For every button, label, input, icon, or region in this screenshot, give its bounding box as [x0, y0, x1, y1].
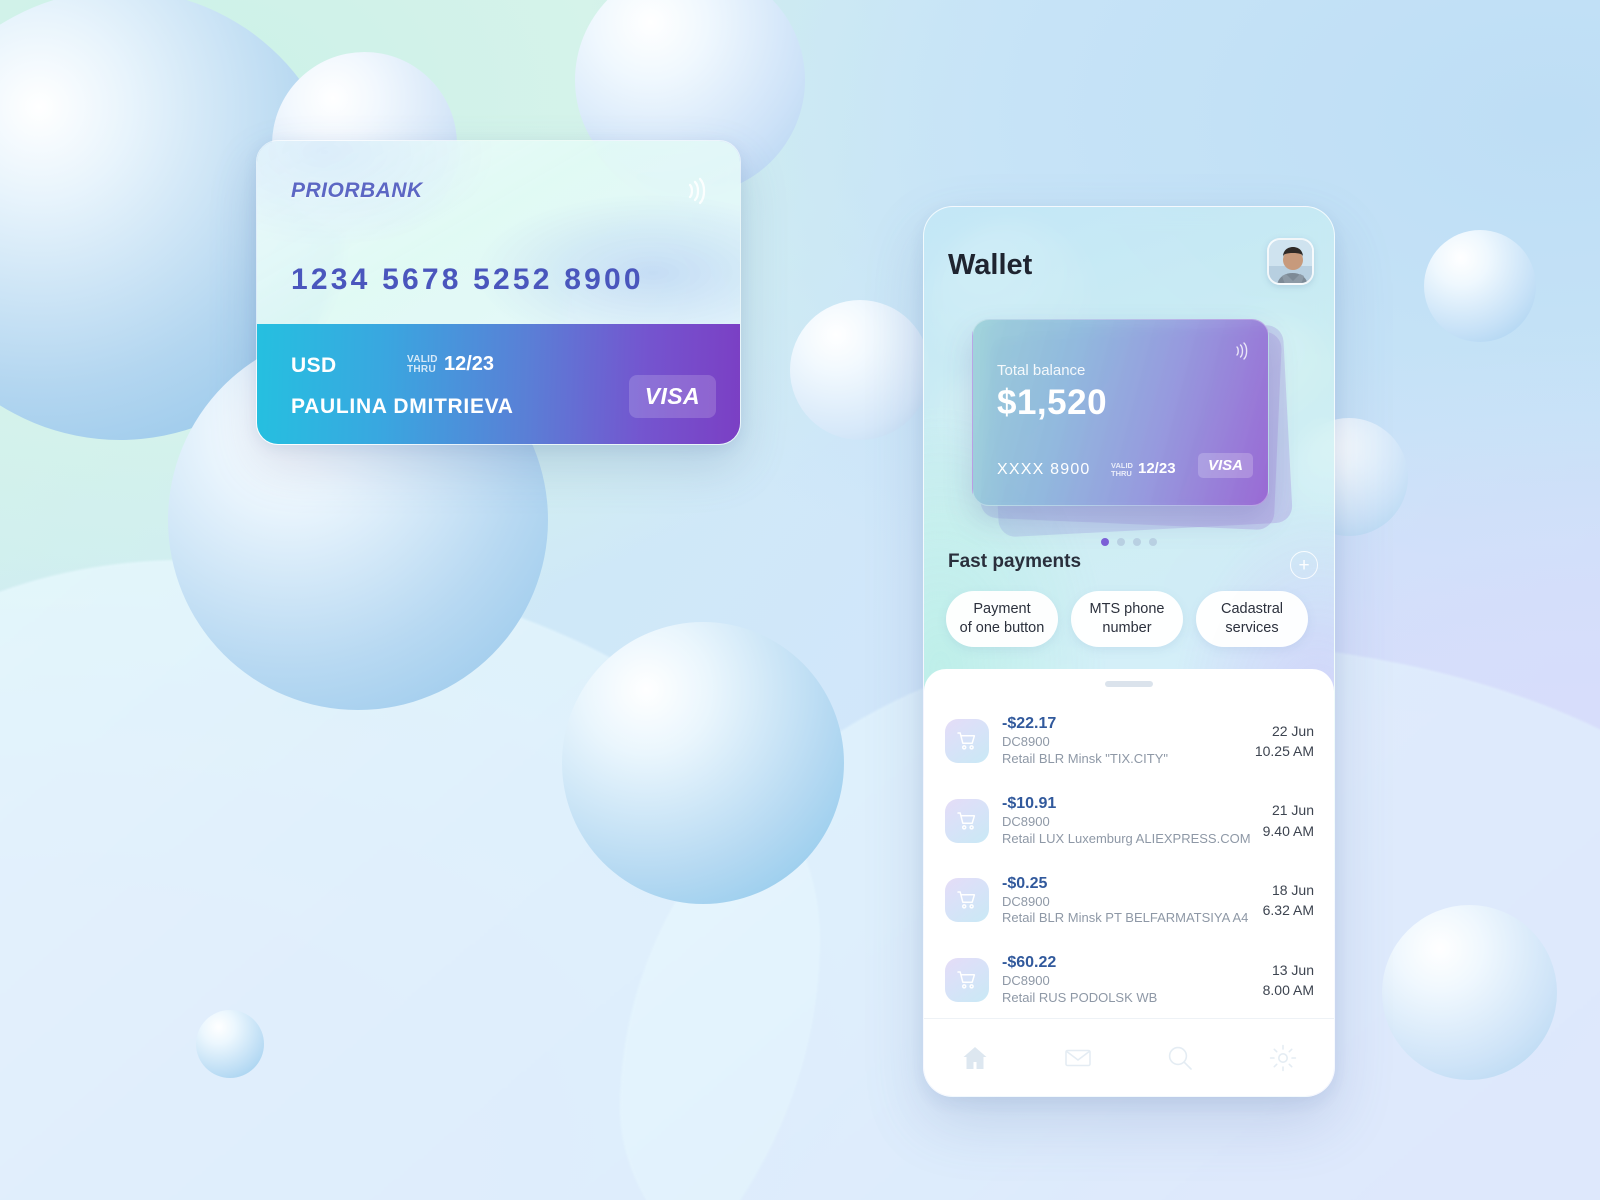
transaction-time: 10.25 AM: [1254, 742, 1314, 759]
balance-card[interactable]: Total balance $1,520 XXXX 8900 VALID THR…: [972, 319, 1269, 506]
fast-payment-chip[interactable]: Payment of one button: [946, 591, 1058, 647]
visa-logo: VISA: [1197, 453, 1253, 478]
transaction-date: 21 Jun: [1271, 802, 1314, 819]
page-title: Wallet: [948, 249, 1033, 281]
bank-name: PRIORBANK: [291, 179, 423, 202]
transaction-timestamp: 22 Jun 10.25 AM: [1255, 721, 1314, 762]
table-row[interactable]: -$22.17 DC8900 Retail BLR Minsk "TIX.CIT…: [924, 701, 1334, 781]
chip-label-line2: number: [1102, 620, 1152, 636]
mail-icon[interactable]: [1063, 1043, 1093, 1073]
transaction-time: 6.32 AM: [1262, 902, 1314, 919]
transaction-description: Retail BLR Minsk PT BELFARMATSIYA A4: [1002, 910, 1249, 926]
table-row[interactable]: -$0.25 DC8900 Retail BLR Minsk PT BELFAR…: [924, 861, 1334, 941]
balance-amount: $1,520: [997, 383, 1108, 422]
add-button[interactable]: +: [1290, 551, 1318, 579]
transaction-card: DC8900: [1002, 734, 1050, 749]
carousel-dot-3[interactable]: [1133, 538, 1141, 546]
chip-label-line1: MTS phone: [1089, 600, 1165, 617]
transaction-timestamp: 13 Jun 8.00 AM: [1263, 960, 1314, 1001]
transaction-details: -$0.25 DC8900 Retail BLR Minsk PT BELFAR…: [1002, 874, 1263, 928]
card-number: 1234 5678 5252 8900: [291, 263, 644, 296]
fast-payment-chip[interactable]: Cadastral services: [1196, 591, 1308, 647]
transaction-time: 8.00 AM: [1262, 982, 1314, 999]
drag-handle[interactable]: [1105, 681, 1153, 687]
visa-logo: VISA: [628, 375, 716, 418]
transaction-card: DC8900: [1002, 893, 1050, 909]
home-icon[interactable]: [960, 1043, 990, 1073]
transaction-amount: -$10.91: [1002, 794, 1057, 812]
transaction-details: -$22.17 DC8900 Retail BLR Minsk "TIX.CIT…: [1002, 714, 1255, 768]
chip-label-line2: services: [1225, 620, 1279, 636]
fast-payments-title: Fast payments: [948, 551, 1082, 572]
contactless-icon: [1236, 342, 1248, 360]
thru-label: THRU: [1111, 469, 1132, 478]
transaction-timestamp: 18 Jun 6.32 AM: [1263, 880, 1314, 921]
balance-card-expiry: 12/23: [1138, 460, 1176, 477]
transaction-time: 9.40 AM: [1262, 822, 1314, 839]
chip-label-line1: Cadastral: [1220, 600, 1284, 617]
transaction-date: 18 Jun: [1271, 882, 1314, 899]
phone-mockup: Wallet Total balance $1,520 XXXX 8900 VA…: [923, 206, 1335, 1097]
gear-icon[interactable]: [1268, 1043, 1298, 1073]
valid-thru-label: VALID THRU: [407, 355, 438, 375]
background-sphere-7: [562, 622, 844, 904]
shopping-cart-icon: [945, 958, 989, 1003]
transaction-timestamp: 21 Jun 9.40 AM: [1263, 800, 1314, 841]
search-icon[interactable]: [1165, 1043, 1195, 1073]
shopping-cart-icon: [945, 718, 989, 763]
fast-payment-chip[interactable]: MTS phone number: [1071, 591, 1183, 647]
background-sphere-11: [1382, 905, 1557, 1080]
chip-label-line2: of one button: [959, 620, 1045, 636]
balance-card-number: XXXX 8900: [997, 461, 1091, 478]
transaction-date: 22 Jun: [1271, 722, 1314, 739]
transaction-details: -$10.91 DC8900 Retail LUX Luxemburg ALIE…: [1002, 794, 1263, 848]
card-carousel[interactable]: Total balance $1,520 XXXX 8900 VALID THR…: [972, 319, 1293, 538]
fast-payment-chips: Payment of one button MTS phone number C…: [946, 591, 1308, 647]
chip-label-line1: Payment: [973, 600, 1031, 617]
card-currency: USD: [291, 354, 337, 377]
background-decoration: [0, 0, 1600, 1200]
background-sphere-9: [1424, 230, 1536, 342]
transaction-amount: -$60.22: [1002, 954, 1057, 972]
table-row[interactable]: -$10.91 DC8900 Retail LUX Luxemburg ALIE…: [924, 781, 1334, 861]
transaction-details: -$60.22 DC8900 Retail RUS PODOLSK WB: [1002, 953, 1263, 1007]
transaction-card: DC8900: [1002, 973, 1050, 989]
shopping-cart-icon: [945, 798, 989, 843]
transaction-description: Retail RUS PODOLSK WB: [1002, 990, 1158, 1006]
card-expiry: 12/23: [444, 353, 495, 375]
card-holder-name: PAULINA DMITRIEVA: [291, 395, 514, 418]
carousel-dot-2[interactable]: [1117, 538, 1125, 546]
transaction-date: 13 Jun: [1271, 961, 1314, 978]
background-sphere-6: [790, 300, 930, 440]
carousel-dot-4[interactable]: [1149, 538, 1157, 546]
background-sphere-8: [196, 1010, 264, 1078]
transaction-description: Retail LUX Luxemburg ALIEXPRESS.COM: [1002, 830, 1251, 846]
user-avatar-image: [1269, 240, 1312, 283]
avatar[interactable]: [1267, 238, 1314, 285]
contactless-icon: [688, 177, 706, 205]
transaction-card: DC8900: [1002, 813, 1050, 829]
balance-label: Total balance: [997, 362, 1086, 379]
shopping-cart-icon: [945, 878, 989, 923]
transaction-amount: -$0.25: [1002, 874, 1048, 892]
thru-label: THRU: [407, 364, 436, 375]
transaction-amount: -$22.17: [1002, 715, 1057, 732]
balance-valid-thru-label: VALID THRU: [1111, 462, 1133, 478]
table-row[interactable]: -$60.22 DC8900 Retail RUS PODOLSK WB 13 …: [924, 940, 1334, 1020]
credit-card[interactable]: PRIORBANK 1234 5678 5252 8900 USD VALID …: [256, 140, 741, 445]
transactions-sheet: -$22.17 DC8900 Retail BLR Minsk "TIX.CIT…: [924, 669, 1334, 1096]
transaction-list: -$22.17 DC8900 Retail BLR Minsk "TIX.CIT…: [924, 701, 1334, 1020]
transaction-description: Retail BLR Minsk "TIX.CITY": [1002, 750, 1168, 766]
bottom-navigation: [924, 1018, 1334, 1096]
carousel-dots[interactable]: [924, 538, 1334, 546]
carousel-dot-1[interactable]: [1101, 538, 1109, 546]
